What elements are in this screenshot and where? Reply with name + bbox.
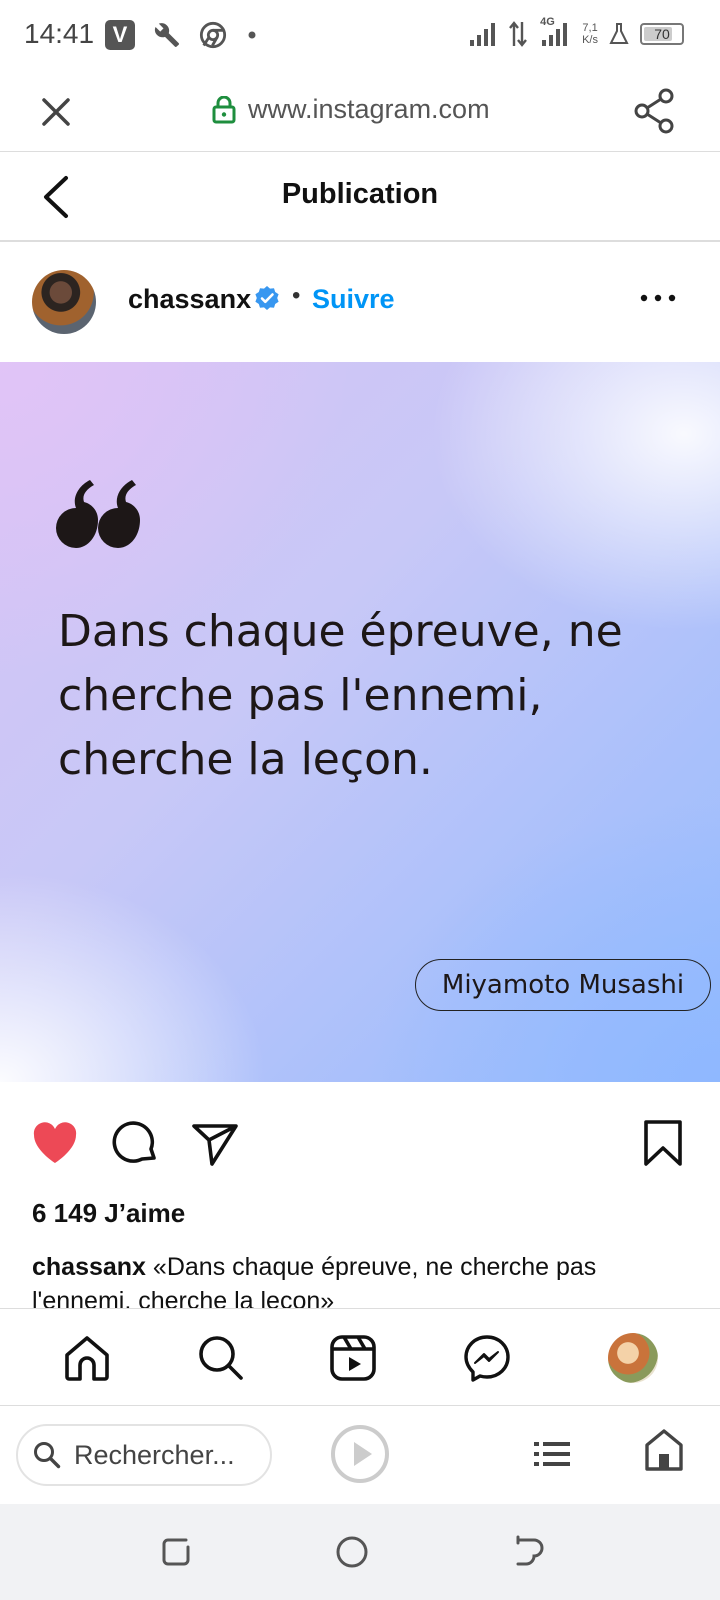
page-title: Publication [281,178,439,210]
browser-url-bar: www.instagram.com [0,70,720,152]
browser-bottom-bar [0,1406,720,1504]
post-header: chassanx • Suivre [0,242,720,362]
browser-search-box[interactable] [16,1424,272,1486]
search-icon[interactable] [196,1333,246,1383]
chrome-icon [199,21,227,49]
browser-home-icon[interactable] [644,1428,684,1472]
home-circle-icon[interactable] [334,1534,370,1570]
status-bar: 14:41 V 4G 7,1 K/s 70 [0,0,720,70]
url-text: www.instagram.com [248,94,490,124]
play-icon[interactable] [330,1424,390,1484]
browser-search-input[interactable] [74,1439,244,1471]
status-right-icons: 4G 7,1 K/s 70 [468,16,684,48]
heart-icon[interactable] [30,1118,80,1168]
caption-username[interactable]: chassanx [32,1253,146,1281]
bookmark-icon[interactable] [638,1118,688,1168]
speed-value: 7,1 [582,22,598,34]
url-display[interactable]: www.instagram.com [212,94,490,125]
list-icon[interactable] [530,1432,574,1476]
search-icon [34,1442,61,1469]
avatar[interactable] [32,270,96,334]
post-caption: chassanx «Dans chaque épreuve, ne cherch… [32,1250,692,1308]
signal-4g-icon: 4G [538,16,572,48]
more-options-icon[interactable] [636,288,680,308]
profile-avatar[interactable] [608,1333,658,1383]
messenger-icon[interactable] [462,1333,512,1383]
share-icon[interactable] [632,88,676,134]
verified-badge-icon [255,286,279,310]
close-icon[interactable] [36,92,76,132]
battery-level: 70 [654,26,670,42]
status-time: 14:41 [24,18,95,49]
instagram-header: Publication [0,152,720,242]
quote-mark-icon [56,480,140,548]
author-label: Miyamoto Musashi [415,959,711,1011]
reels-icon[interactable] [328,1333,378,1383]
system-nav-bar [0,1504,720,1600]
post-actions [0,1082,720,1202]
beaker-icon [609,23,629,44]
speed-unit: K/s [582,34,598,46]
instagram-bottom-nav [0,1308,720,1406]
lock-icon [212,95,236,123]
status-left-icons: V [105,20,259,50]
post-username[interactable]: chassanx [128,284,251,315]
signal-icon [470,23,496,46]
follow-button[interactable]: Suivre [312,284,395,315]
separator-dot: • [292,282,301,309]
comment-icon[interactable] [110,1118,160,1168]
network-type: 4G [540,16,555,28]
home-icon[interactable] [62,1333,112,1383]
battery-icon: 70 [640,23,684,45]
dot-icon [248,31,256,39]
wrench-icon [154,23,180,48]
recent-apps-icon[interactable] [158,1534,194,1570]
likes-count[interactable]: 6 149 J’aime [32,1198,185,1229]
network-speed: 7,1 K/s [582,22,598,46]
send-icon[interactable] [190,1118,240,1168]
back-nav-icon[interactable] [510,1534,546,1570]
quote-text: Dans chaque épreuve, ne cherche pas l'en… [58,606,623,785]
post-image[interactable]: Dans chaque épreuve, ne cherche pas l'en… [0,362,720,1082]
v-app-icon: V [105,20,135,50]
data-arrows-icon [509,21,528,47]
